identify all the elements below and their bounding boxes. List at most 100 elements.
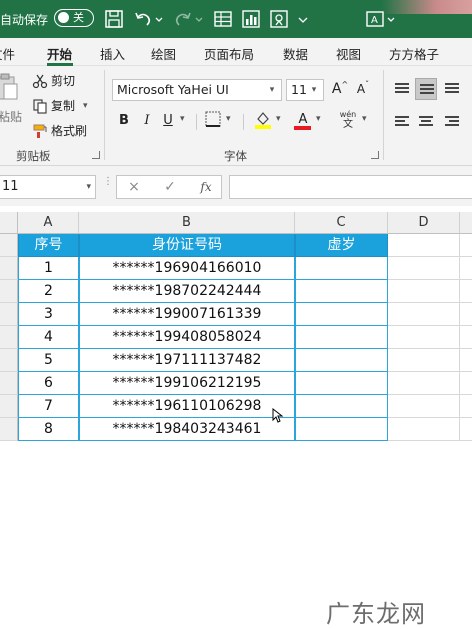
empty-cell[interactable] bbox=[460, 418, 472, 441]
tab-home[interactable]: 开始 bbox=[47, 44, 72, 63]
empty-cell[interactable] bbox=[460, 234, 472, 257]
phonetic-dropdown-icon[interactable]: ▾ bbox=[362, 114, 367, 124]
column-header-d[interactable]: D bbox=[388, 212, 460, 234]
table-header-cell[interactable]: 序号 bbox=[18, 234, 79, 257]
column-header-b[interactable]: B bbox=[79, 212, 295, 234]
drag-handle-icon[interactable]: ⋮ bbox=[103, 177, 113, 187]
empty-cell[interactable] bbox=[460, 280, 472, 303]
tab-page-layout[interactable]: 页面布局 bbox=[204, 44, 254, 63]
undo-dropdown-icon[interactable] bbox=[154, 8, 164, 30]
table-cell[interactable]: ******198403243461 bbox=[79, 418, 295, 441]
tab-fangfang[interactable]: 方方格子 bbox=[389, 44, 439, 63]
row-header[interactable] bbox=[0, 303, 18, 326]
empty-cell[interactable] bbox=[460, 303, 472, 326]
redo-icon[interactable] bbox=[172, 8, 194, 30]
cancel-button[interactable]: × bbox=[121, 175, 147, 199]
empty-cell[interactable] bbox=[388, 257, 460, 280]
table-cell[interactable]: ******199408058024 bbox=[79, 326, 295, 349]
empty-cell[interactable] bbox=[460, 257, 472, 280]
save-icon[interactable] bbox=[103, 8, 125, 30]
select-all-corner[interactable] bbox=[0, 212, 18, 234]
align-left-button[interactable] bbox=[391, 111, 413, 133]
font-color-button[interactable]: A bbox=[293, 110, 313, 130]
insert-function-button[interactable]: fx bbox=[193, 175, 219, 199]
table-cell[interactable]: ******197111137482 bbox=[79, 349, 295, 372]
table-cell[interactable]: ******198702242444 bbox=[79, 280, 295, 303]
cut-button[interactable]: 剪切 bbox=[32, 72, 75, 89]
empty-cell[interactable] bbox=[388, 349, 460, 372]
table-cell[interactable] bbox=[295, 303, 388, 326]
fill-color-button[interactable] bbox=[253, 110, 273, 130]
table-cell[interactable]: ******199106212195 bbox=[79, 372, 295, 395]
row-header[interactable] bbox=[0, 372, 18, 395]
table-cell[interactable]: 8 bbox=[18, 418, 79, 441]
table-cell[interactable]: 5 bbox=[18, 349, 79, 372]
phonetic-guide-button[interactable]: wén 文 bbox=[334, 110, 362, 132]
redo-dropdown-icon[interactable] bbox=[194, 8, 204, 30]
fill-color-dropdown-icon[interactable]: ▾ bbox=[276, 114, 281, 124]
table-cell[interactable] bbox=[295, 280, 388, 303]
empty-cell[interactable] bbox=[460, 395, 472, 418]
bold-button[interactable]: B bbox=[114, 111, 134, 131]
row-header[interactable] bbox=[0, 280, 18, 303]
font-launcher-icon[interactable] bbox=[371, 151, 379, 159]
autosave-toggle[interactable]: 关 bbox=[54, 9, 94, 27]
align-middle-button[interactable] bbox=[415, 78, 437, 100]
empty-cell[interactable] bbox=[388, 303, 460, 326]
align-top-button[interactable] bbox=[391, 78, 413, 100]
tab-insert[interactable]: 插入 bbox=[100, 44, 125, 63]
more-dropdown-icon[interactable] bbox=[296, 8, 310, 30]
enter-button[interactable]: ✓ bbox=[157, 175, 183, 199]
table-cell[interactable]: ******196110106298 bbox=[79, 395, 295, 418]
empty-cell[interactable] bbox=[388, 326, 460, 349]
shrink-font-button[interactable]: Aˇ bbox=[352, 79, 374, 99]
empty-cell[interactable] bbox=[460, 326, 472, 349]
table-cell[interactable]: 3 bbox=[18, 303, 79, 326]
table-cell[interactable] bbox=[295, 395, 388, 418]
underline-button[interactable]: U bbox=[158, 111, 178, 131]
font-family-select[interactable]: Microsoft YaHei UI ▾ bbox=[112, 79, 282, 101]
empty-cell[interactable] bbox=[388, 395, 460, 418]
borders-button[interactable] bbox=[203, 111, 223, 131]
table-cell[interactable]: 7 bbox=[18, 395, 79, 418]
copy-dropdown-icon[interactable]: ▾ bbox=[83, 101, 88, 111]
column-header-a[interactable]: A bbox=[18, 212, 79, 234]
row-header[interactable] bbox=[0, 326, 18, 349]
empty-cell[interactable] bbox=[388, 372, 460, 395]
table-cell[interactable]: 1 bbox=[18, 257, 79, 280]
row-header[interactable] bbox=[0, 257, 18, 280]
chart-icon[interactable] bbox=[240, 8, 262, 30]
copy-button[interactable]: 复制 ▾ bbox=[32, 97, 88, 114]
table-cell[interactable]: 6 bbox=[18, 372, 79, 395]
empty-cell[interactable] bbox=[388, 280, 460, 303]
font-size-select[interactable]: 11 ▾ bbox=[286, 79, 324, 101]
row-header[interactable] bbox=[0, 234, 18, 257]
align-right-button[interactable] bbox=[441, 111, 463, 133]
table-cell[interactable] bbox=[295, 418, 388, 441]
clipboard-launcher-icon[interactable] bbox=[92, 151, 100, 159]
underline-dropdown-icon[interactable]: ▾ bbox=[180, 114, 185, 124]
empty-cell[interactable] bbox=[460, 349, 472, 372]
grow-font-button[interactable]: A^ bbox=[329, 79, 351, 99]
tab-file[interactable]: 文件 bbox=[0, 44, 15, 63]
tab-draw[interactable]: 绘图 bbox=[151, 44, 176, 63]
table-cell[interactable]: ******196904166010 bbox=[79, 257, 295, 280]
row-header[interactable] bbox=[0, 349, 18, 372]
table-cell[interactable]: 2 bbox=[18, 280, 79, 303]
name-box[interactable]: 11 ▾ bbox=[0, 175, 96, 199]
tab-view[interactable]: 视图 bbox=[336, 44, 361, 63]
table-header-cell[interactable]: 身份证号码 bbox=[79, 234, 295, 257]
table-cell[interactable] bbox=[295, 349, 388, 372]
table-cell[interactable] bbox=[295, 326, 388, 349]
column-header-c[interactable]: C bbox=[295, 212, 388, 234]
empty-cell[interactable] bbox=[388, 234, 460, 257]
font-color-dropdown-icon[interactable]: ▾ bbox=[316, 114, 321, 124]
column-header-e[interactable] bbox=[460, 212, 472, 234]
borders-dropdown-icon[interactable]: ▾ bbox=[226, 114, 231, 124]
row-header[interactable] bbox=[0, 418, 18, 441]
table-icon[interactable] bbox=[212, 8, 234, 30]
table-cell[interactable] bbox=[295, 257, 388, 280]
align-center-button[interactable] bbox=[415, 111, 437, 133]
table-cell[interactable]: ******199007161339 bbox=[79, 303, 295, 326]
undo-icon[interactable] bbox=[132, 8, 154, 30]
